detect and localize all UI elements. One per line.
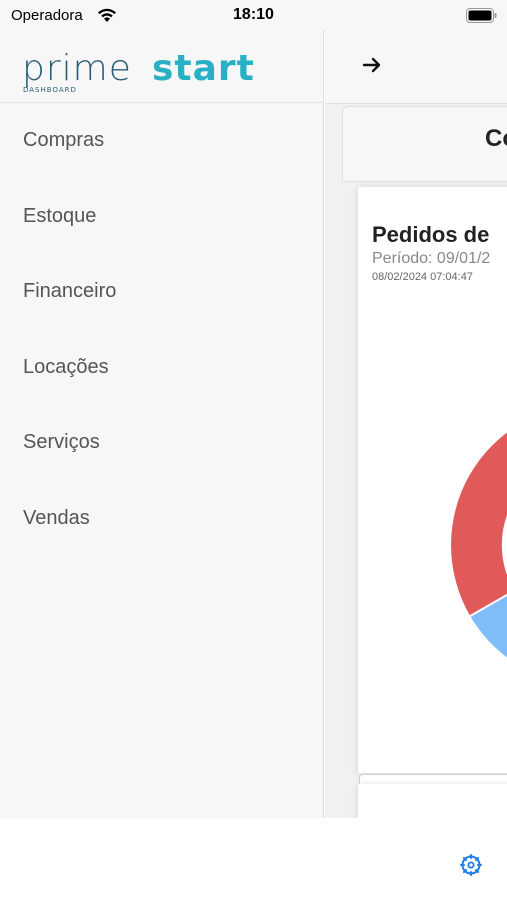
svg-text:prime: prime: [22, 48, 132, 89]
brand-header: prime start DASHBOARD: [0, 30, 324, 103]
arrow-right-icon[interactable]: [362, 55, 382, 75]
card-timestamp: 08/02/2024 07:04:47: [372, 271, 473, 283]
section-header: Co: [342, 106, 507, 182]
primestart-logo: prime start DASHBOARD: [22, 48, 255, 94]
sidebar-item-vendas[interactable]: Vendas: [0, 481, 324, 557]
status-bar: Operadora 18:10: [0, 0, 507, 30]
card-title: Pedidos de: [372, 222, 490, 247]
sidebar-item-locacoes[interactable]: Locações: [0, 330, 324, 406]
battery-icon: [466, 8, 497, 23]
donut-segment-red: [451, 432, 507, 616]
section-title: Co: [485, 125, 507, 152]
sidebar-item-estoque[interactable]: Estoque: [0, 179, 324, 255]
card-period: Período: 09/01/2: [372, 250, 491, 267]
top-header: [325, 30, 507, 104]
clock: 18:10: [233, 6, 274, 23]
donut-chart: [451, 432, 507, 658]
main-content: Co Pedidos de Período: 09/01/2 08/02/202…: [325, 104, 507, 818]
sidebar: prime start DASHBOARD Compras Estoque Fi…: [0, 30, 324, 818]
svg-text:DASHBOARD: DASHBOARD: [23, 86, 77, 94]
next-chart-card: [358, 784, 507, 818]
bottom-bar: [0, 818, 507, 900]
settings-gear-icon[interactable]: [459, 853, 483, 877]
sidebar-nav: Compras Estoque Financeiro Locações Serv…: [0, 103, 324, 556]
svg-text:start: start: [152, 48, 255, 89]
chart-card: Pedidos de Período: 09/01/2 08/02/2024 0…: [358, 187, 507, 816]
sidebar-item-financeiro[interactable]: Financeiro: [0, 254, 324, 330]
sidebar-item-compras[interactable]: Compras: [0, 103, 324, 179]
sidebar-item-servicos[interactable]: Serviços: [0, 405, 324, 481]
